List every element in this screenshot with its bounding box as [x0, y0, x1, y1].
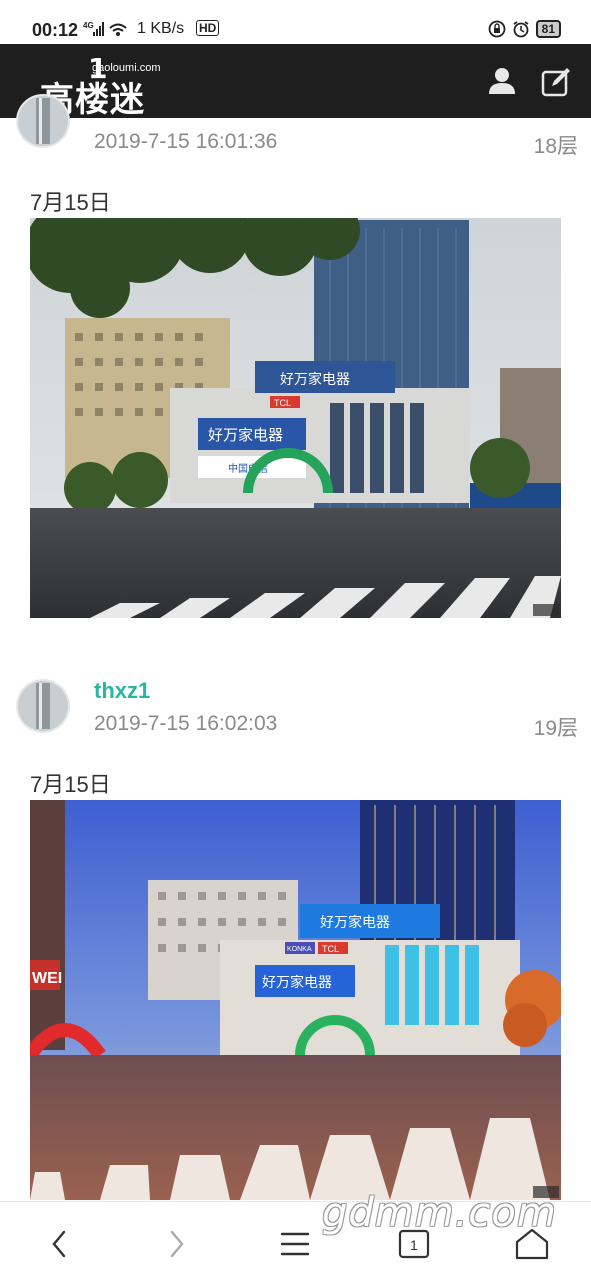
konka-sign: KONKA [287, 946, 312, 953]
app-header: 1 gaoloumi.com 高楼迷 [0, 44, 591, 120]
lock-rotation-icon [488, 20, 506, 38]
post-photo[interactable]: WEI 好万家电器 好万家电器 TCL KONKA [30, 800, 561, 1200]
status-right-icons: 81 [488, 20, 561, 38]
chevron-right-icon [170, 1230, 184, 1258]
store-sign-top: 好万家电器 [320, 914, 390, 931]
back-button[interactable] [40, 1224, 80, 1264]
forward-button[interactable] [156, 1224, 196, 1264]
street-photo-dusk: WEI 好万家电器 好万家电器 TCL KONKA [30, 800, 561, 1200]
signal-icon: 4G [83, 21, 127, 36]
post-floor: 19层 [533, 717, 578, 740]
user-button[interactable] [484, 64, 520, 100]
avatar-image [18, 96, 68, 146]
user-icon [489, 68, 515, 94]
menu-icon [280, 1232, 310, 1256]
post-floor: 18层 [533, 135, 578, 158]
huawei-sign: WEI [32, 970, 62, 987]
post-datetime: 2019-7-15 16:02:03 [94, 712, 278, 735]
tcl-sign: TCL [322, 944, 339, 954]
post-caption: 7月15日 [30, 190, 111, 215]
alarm-icon [513, 21, 529, 38]
battery-indicator: 81 [535, 20, 561, 38]
status-bar: 00:12 4G 1 KB/s HD 81 [0, 0, 591, 44]
hd-badge: HD [196, 20, 220, 36]
edit-icon [541, 68, 570, 97]
post-username[interactable]: thxz1 [94, 678, 150, 704]
site-logo[interactable]: 1 gaoloumi.com 高楼迷 [40, 52, 200, 120]
network-type: 4G [83, 21, 94, 30]
menu-button[interactable] [275, 1224, 315, 1264]
post-photo[interactable]: 好万家电器 好万家电器 TCL 中国电信 [30, 218, 561, 618]
avatar[interactable] [18, 96, 68, 146]
avatar[interactable] [18, 681, 68, 731]
compose-button[interactable] [538, 64, 574, 100]
post-caption: 7月15日 [30, 772, 111, 797]
tabs-count: 1 [410, 1237, 418, 1253]
network-indicator: 4G [83, 20, 131, 43]
avatar-image [18, 681, 68, 731]
store-sign-main: 好万家电器 [262, 974, 332, 991]
post-datetime: 2019-7-15 16:01:36 [94, 130, 278, 153]
status-time: 00:12 [32, 20, 79, 40]
street-photo-rainy: 好万家电器 好万家电器 TCL 中国电信 [30, 218, 561, 618]
store-sign-top: 好万家电器 [280, 371, 350, 388]
tcl-sign: TCL [274, 398, 291, 408]
store-sign-main: 好万家电器 [208, 426, 283, 444]
chevron-left-icon [52, 1230, 66, 1258]
network-speed: 1 KB/s [137, 20, 185, 37]
watermark: gdmm.com [322, 1190, 557, 1236]
